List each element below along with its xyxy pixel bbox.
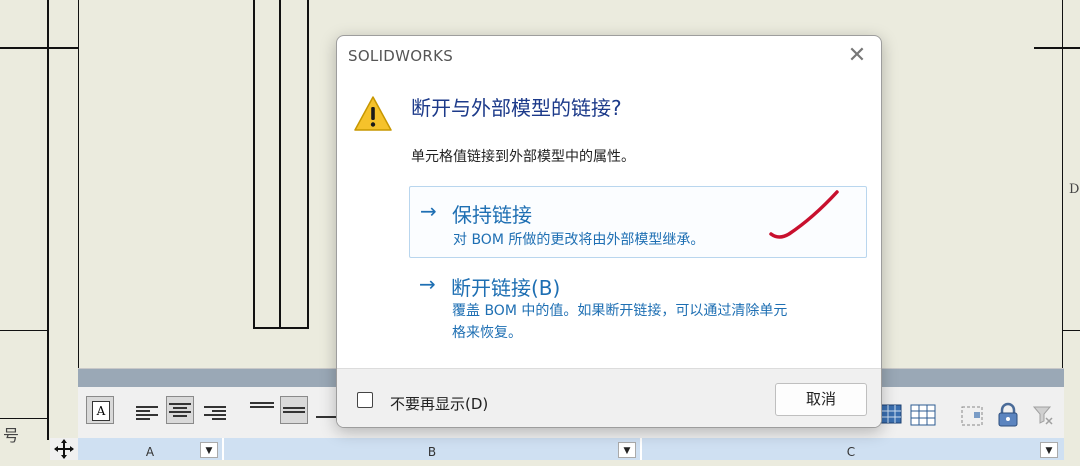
red-check-annotation (769, 190, 839, 239)
frame-line (47, 0, 49, 440)
column-a-dropdown[interactable]: ▼ (200, 442, 218, 458)
lock-icon[interactable] (996, 402, 1020, 428)
keep-link-label: 保持链接 (452, 203, 532, 227)
dialog-main-instruction: 断开与外部模型的链接? (411, 96, 622, 120)
break-link-option[interactable]: → 断开链接(B) 覆盖 BOM 中的值。如果断开链接，可以通过清除单元 格来恢… (409, 266, 867, 356)
frame-line (253, 327, 309, 329)
close-icon[interactable]: ✕ (843, 42, 871, 70)
valign-top-icon[interactable] (250, 400, 274, 420)
frame-line (1062, 330, 1080, 331)
keep-link-note: 对 BOM 所做的更改将由外部模型继承。 (453, 232, 705, 248)
dont-show-again-checkbox[interactable] (357, 392, 373, 408)
frame-line (0, 418, 48, 419)
frame-line (1062, 0, 1063, 368)
frame-line (307, 0, 309, 328)
frame-line (253, 0, 255, 328)
dialog-title: SOLIDWORKS (348, 47, 454, 65)
break-link-note-line2: 格来恢复。 (452, 325, 522, 341)
align-center-button[interactable] (166, 396, 194, 424)
frame-line (279, 0, 281, 328)
text-style-button[interactable]: A (86, 396, 114, 424)
frame-line (0, 47, 78, 49)
cell-select-icon[interactable] (960, 404, 986, 428)
valign-middle-button[interactable] (280, 396, 308, 424)
break-link-dialog: SOLIDWORKS ✕ 断开与外部模型的链接? 单元格值链接到外部模型中的属性… (336, 35, 882, 428)
break-link-note-line1: 覆盖 BOM 中的值。如果断开链接，可以通过清除单元 (452, 303, 788, 319)
column-b-dropdown[interactable]: ▼ (618, 442, 636, 458)
text-style-icon: A (92, 401, 110, 421)
dialog-titlebar[interactable]: SOLIDWORKS ✕ (337, 36, 881, 76)
dialog-footer: 不要再显示(D) 取消 (337, 368, 881, 427)
cancel-button[interactable]: 取消 (775, 383, 867, 416)
table-format-icon[interactable] (910, 404, 936, 426)
dialog-content-text: 单元格值链接到外部模型中的属性。 (411, 149, 635, 165)
frame-line (78, 0, 79, 368)
column-header-b[interactable]: B (224, 438, 640, 460)
move-table-icon[interactable] (50, 438, 78, 460)
frame-line (0, 330, 48, 331)
table-grid-icon[interactable] (880, 404, 902, 424)
column-header-c[interactable]: C (642, 438, 1060, 460)
align-left-icon[interactable] (136, 404, 160, 424)
valign-middle-icon (283, 405, 307, 425)
dont-show-again-label[interactable]: 不要再显示(D) (390, 393, 488, 414)
warning-icon (353, 94, 393, 134)
break-link-label: 断开链接(B) (451, 276, 561, 300)
side-label: 号 (3, 426, 20, 445)
arrow-right-icon: → (419, 272, 436, 296)
right-edge-label: D (1069, 182, 1080, 197)
frame-line (1034, 47, 1080, 49)
filter-icon[interactable] (1032, 404, 1054, 426)
column-c-dropdown[interactable]: ▼ (1040, 442, 1058, 458)
arrow-right-icon: → (420, 199, 437, 223)
align-center-icon (169, 401, 193, 421)
align-right-icon[interactable] (204, 404, 228, 424)
